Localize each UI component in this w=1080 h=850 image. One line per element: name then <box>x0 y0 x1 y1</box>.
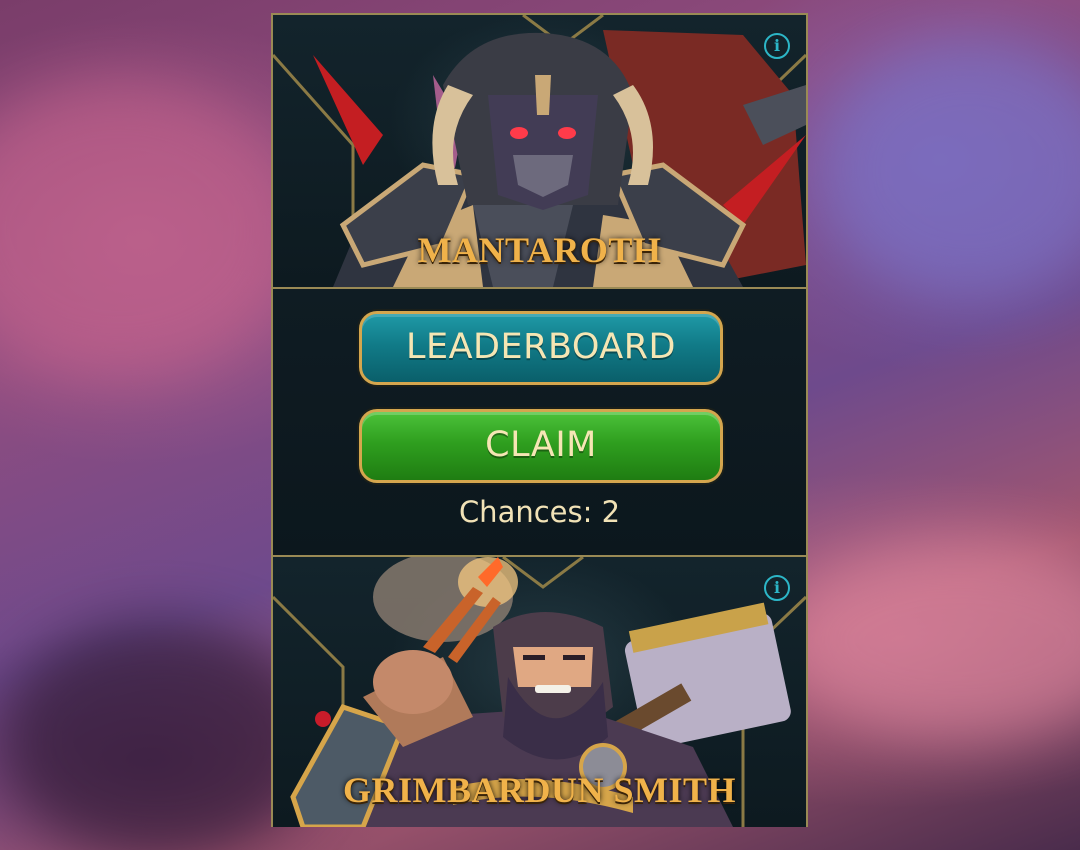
leaderboard-button[interactable]: LEADERBOARD <box>359 311 723 385</box>
hero-card-top[interactable]: MANTAROTH i <box>273 15 806 289</box>
hero-card-bottom[interactable]: GRIMBARDUN SMITH i <box>273 555 806 827</box>
actions-section: LEADERBOARD CLAIM Chances: 2 <box>273 289 806 555</box>
background-blob <box>0 80 300 380</box>
event-panel: MANTAROTH i LEADERBOARD CLAIM Chances: 2 <box>271 13 808 827</box>
background-blob <box>820 40 1080 300</box>
info-icon[interactable]: i <box>764 575 790 601</box>
chances-counter: Chances: 2 <box>458 495 621 529</box>
claim-button[interactable]: CLAIM <box>359 409 723 483</box>
hero-name: GRIMBARDUN SMITH <box>342 770 736 810</box>
hero-name: MANTAROTH <box>417 230 662 270</box>
background-blob <box>780 540 1080 740</box>
info-icon[interactable]: i <box>764 33 790 59</box>
blurred-background: MANTAROTH i LEADERBOARD CLAIM Chances: 2 <box>0 0 1080 850</box>
